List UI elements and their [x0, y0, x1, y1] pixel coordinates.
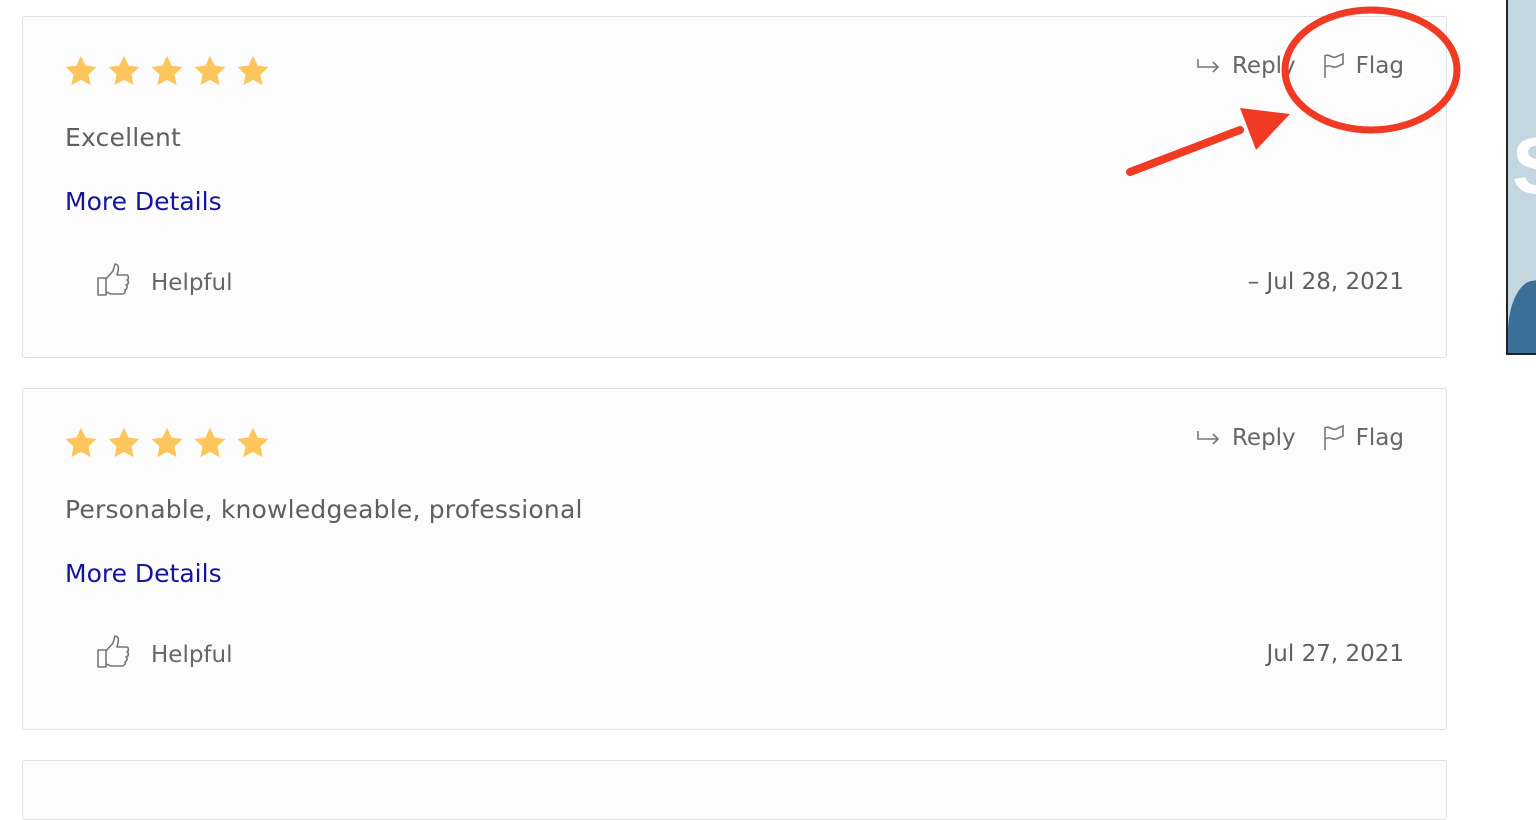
star-icon	[235, 425, 271, 461]
helpful-button[interactable]: Helpful	[95, 261, 233, 305]
review-actions: Reply Flag	[1196, 425, 1404, 451]
helpful-label: Helpful	[151, 642, 233, 668]
reply-button[interactable]: Reply	[1196, 53, 1296, 79]
reply-label: Reply	[1231, 425, 1296, 451]
flag-icon	[1322, 425, 1346, 451]
review-card	[22, 760, 1447, 820]
star-icon	[192, 425, 228, 461]
star-icon	[149, 425, 185, 461]
thumbs-up-icon	[95, 261, 133, 305]
review-actions: Reply Flag	[1196, 53, 1404, 79]
review-date: – Jul 28, 2021	[1247, 269, 1404, 295]
more-details-link[interactable]: More Details	[65, 187, 222, 216]
review-text: Personable, knowledgeable, professional	[65, 495, 583, 524]
flag-icon	[1322, 53, 1346, 79]
star-icon	[106, 53, 142, 89]
review-card: Reply Flag Excellent More Details Helpfu…	[22, 16, 1447, 358]
star-rating	[63, 425, 271, 461]
more-details-link[interactable]: More Details	[65, 559, 222, 588]
flag-label: Flag	[1355, 425, 1404, 451]
star-icon	[106, 425, 142, 461]
helpful-button[interactable]: Helpful	[95, 633, 233, 677]
reply-arrow-icon	[1196, 58, 1222, 74]
reply-label: Reply	[1231, 53, 1296, 79]
flag-button[interactable]: Flag	[1322, 425, 1404, 451]
flag-label: Flag	[1355, 53, 1404, 79]
thumbs-up-icon	[95, 633, 133, 677]
side-banner-image: S	[1506, 0, 1536, 355]
star-icon	[63, 425, 99, 461]
review-text: Excellent	[65, 123, 181, 152]
star-icon	[192, 53, 228, 89]
review-card: Reply Flag Personable, knowledgeable, pr…	[22, 388, 1447, 730]
reply-arrow-icon	[1196, 430, 1222, 446]
review-date: Jul 27, 2021	[1266, 641, 1404, 667]
flag-button[interactable]: Flag	[1322, 53, 1404, 79]
helpful-label: Helpful	[151, 270, 233, 296]
side-banner-letter: S	[1512, 126, 1536, 206]
reply-button[interactable]: Reply	[1196, 425, 1296, 451]
star-icon	[63, 53, 99, 89]
star-icon	[235, 53, 271, 89]
side-banner-wave	[1508, 275, 1536, 353]
star-icon	[149, 53, 185, 89]
star-rating	[63, 53, 271, 89]
